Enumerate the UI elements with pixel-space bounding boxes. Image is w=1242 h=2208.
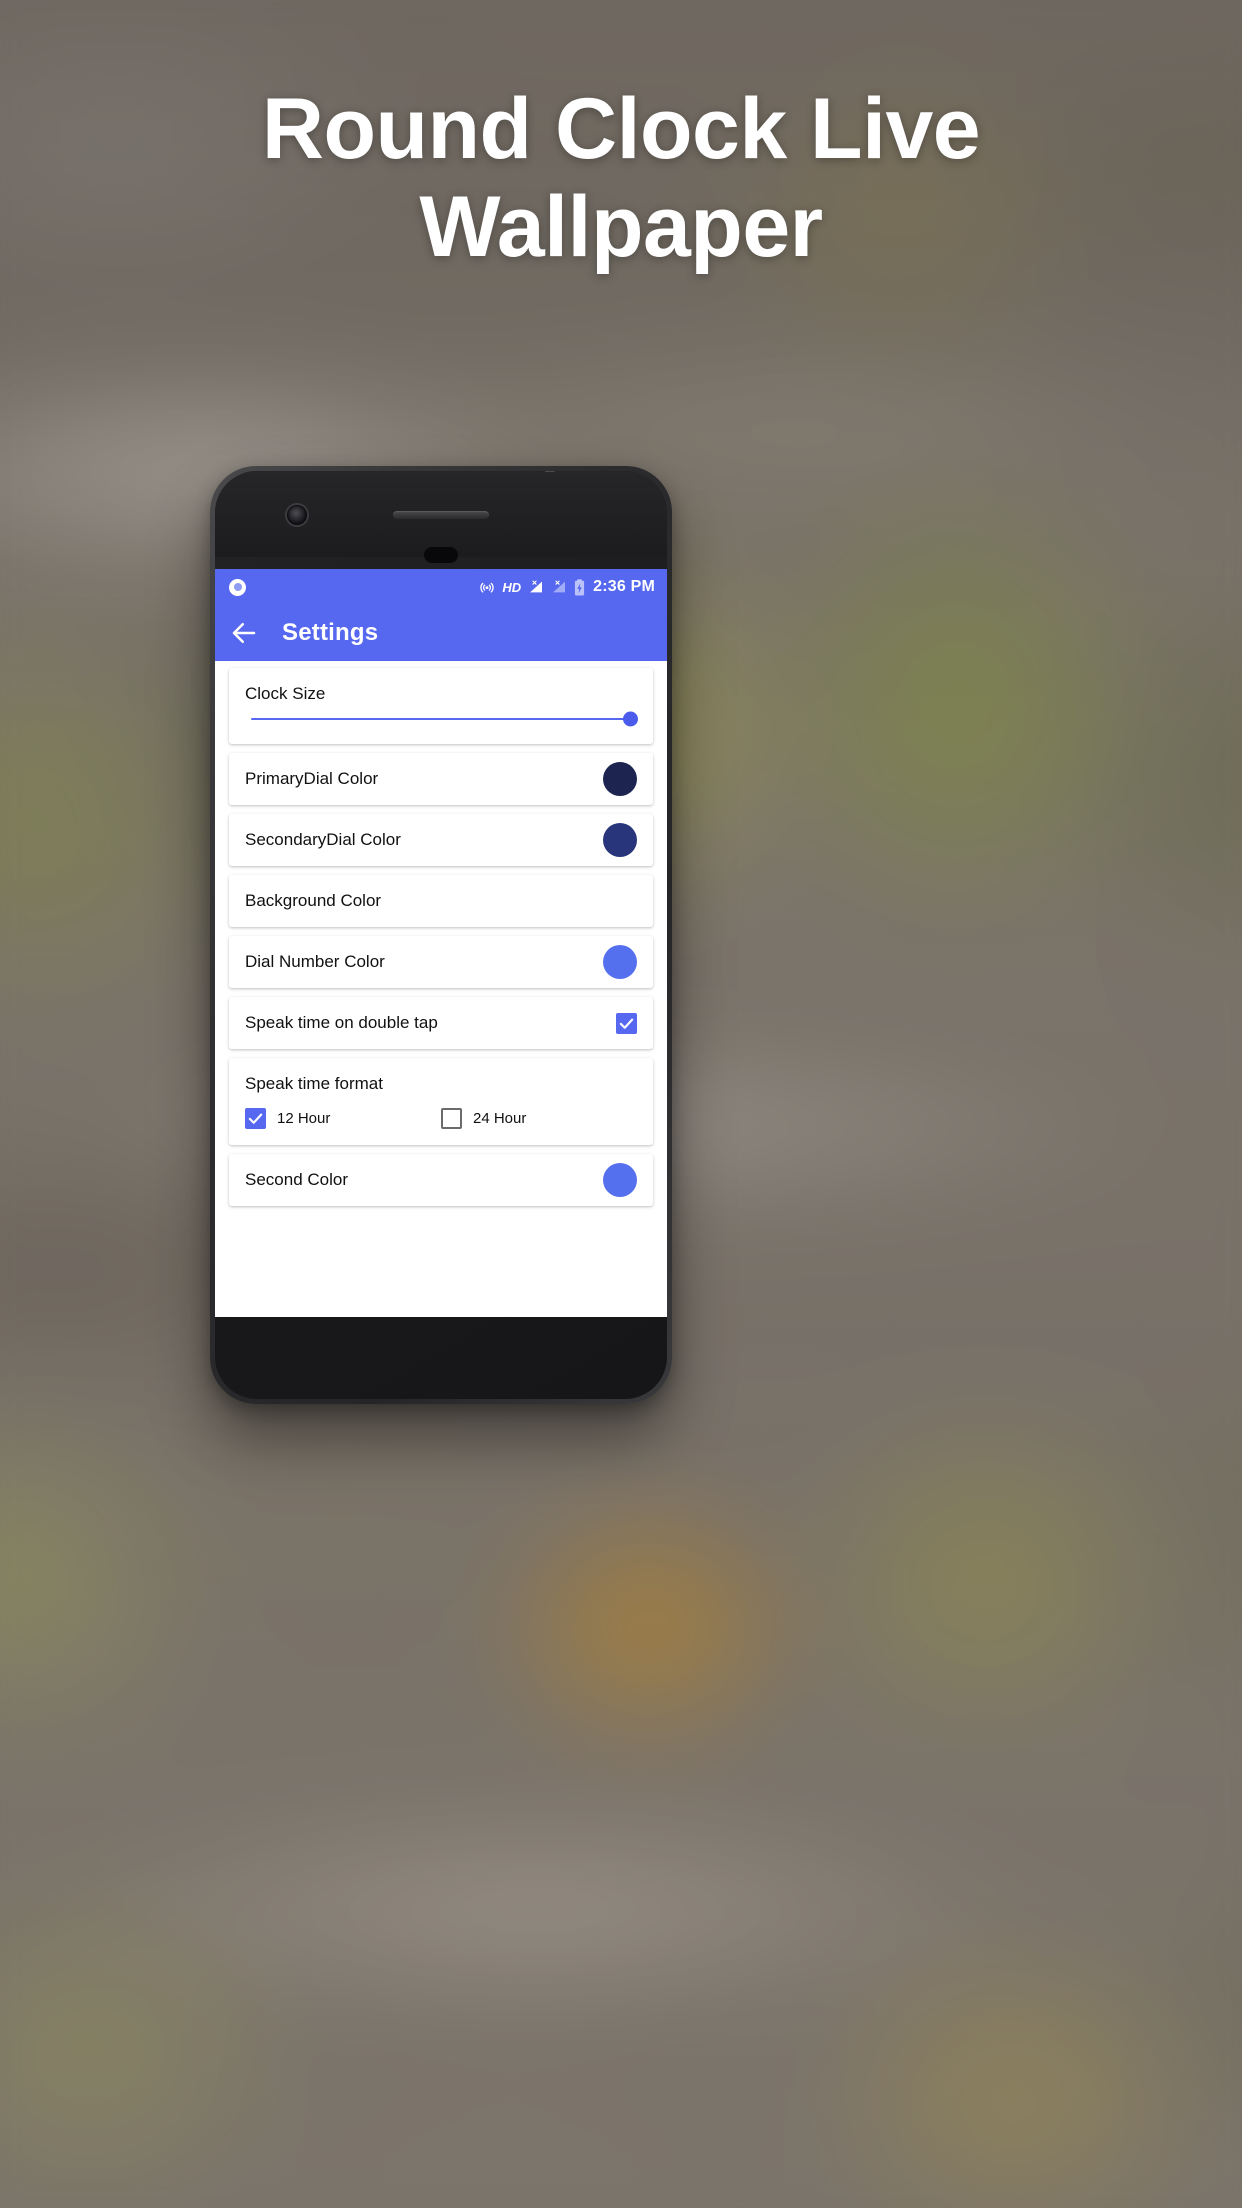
phone-mockup: HD 2:36 PM Settings Clock Size PrimaryDi… [210, 466, 672, 1404]
option-24-hour[interactable]: 24 Hour [441, 1108, 526, 1129]
settings-list: Clock Size PrimaryDial Color SecondaryDi… [215, 661, 667, 1206]
color-swatch-primary-dial[interactable] [603, 762, 637, 796]
setting-label: Second Color [245, 1170, 349, 1189]
row-content: SecondaryDial Color [245, 814, 637, 866]
promo-title: Round Clock Live Wallpaper [0, 80, 1242, 276]
clock-size-label: Clock Size [245, 684, 326, 703]
front-camera-icon [287, 505, 307, 525]
hd-label: HD [502, 579, 522, 595]
clock-size-slider[interactable] [245, 704, 638, 728]
speak-time-checkbox[interactable] [616, 1012, 637, 1034]
color-swatch-second[interactable] [603, 1163, 637, 1197]
checkbox-12-hour[interactable] [245, 1108, 266, 1129]
antenna-nub [545, 471, 555, 472]
speak-format-label: Speak time format [245, 1074, 383, 1093]
option-12-hour[interactable]: 12 Hour [245, 1108, 441, 1129]
setting-label: Dial Number Color [245, 952, 385, 971]
setting-speak-time-double-tap[interactable]: Speak time on double tap [229, 997, 653, 1049]
promo-title-line-1: Round Clock Live [261, 81, 981, 177]
proximity-sensor [424, 547, 458, 563]
hotspot-icon [479, 579, 495, 595]
slider-track [251, 711, 638, 727]
status-bar-left [229, 578, 246, 596]
setting-dial-number-color[interactable]: Dial Number Color [229, 936, 653, 988]
phone-body: HD 2:36 PM Settings Clock Size PrimaryDi… [215, 471, 667, 1399]
setting-second-color[interactable]: Second Color [229, 1154, 653, 1206]
color-swatch-secondary-dial[interactable] [603, 823, 637, 857]
setting-label: SecondaryDial Color [245, 830, 401, 849]
status-bar-clock: 2:36 PM [593, 578, 655, 595]
signal-no-sim-icon-secondary [551, 579, 567, 595]
speak-format-options: 12 Hour 24 Hour [245, 1108, 637, 1129]
battery-charging-icon [574, 578, 585, 596]
row-content: Dial Number Color [245, 936, 637, 988]
record-circle-icon [229, 578, 246, 596]
option-label-24-hour: 24 Hour [473, 1110, 527, 1127]
setting-secondary-dial-color[interactable]: SecondaryDial Color [229, 814, 653, 866]
status-bar-right: HD 2:36 PM [479, 578, 655, 596]
checkbox-24-hour[interactable] [441, 1108, 462, 1129]
earpiece-speaker [393, 511, 489, 519]
option-label-12-hour: 12 Hour [277, 1110, 331, 1127]
slider-thumb[interactable] [623, 711, 638, 727]
setting-label: Speak time on double tap [245, 1013, 438, 1032]
setting-background-color[interactable]: Background Color [229, 875, 653, 927]
signal-no-sim-icon [528, 579, 544, 595]
setting-label: PrimaryDial Color [245, 769, 379, 788]
status-bar: HD 2:36 PM [215, 569, 667, 605]
row-content: PrimaryDial Color [245, 753, 637, 805]
setting-primary-dial-color[interactable]: PrimaryDial Color [229, 753, 653, 805]
setting-clock-size[interactable]: Clock Size [229, 668, 653, 744]
back-arrow-icon[interactable] [229, 618, 259, 648]
page-title: Settings [282, 619, 379, 646]
promo-title-line-2: Wallpaper [419, 179, 823, 276]
row-content: Background Color [245, 875, 637, 927]
color-swatch-dial-number[interactable] [603, 945, 637, 979]
phone-screen: HD 2:36 PM Settings Clock Size PrimaryDi… [215, 569, 667, 1317]
setting-label: Background Color [245, 891, 382, 910]
phone-top-bezel [215, 471, 667, 563]
setting-speak-time-format[interactable]: Speak time format 12 Hour 24 Hour [229, 1058, 653, 1145]
app-bar: Settings [215, 605, 667, 661]
row-content: Speak time on double tap [245, 997, 637, 1049]
row-content: Second Color [245, 1154, 637, 1206]
